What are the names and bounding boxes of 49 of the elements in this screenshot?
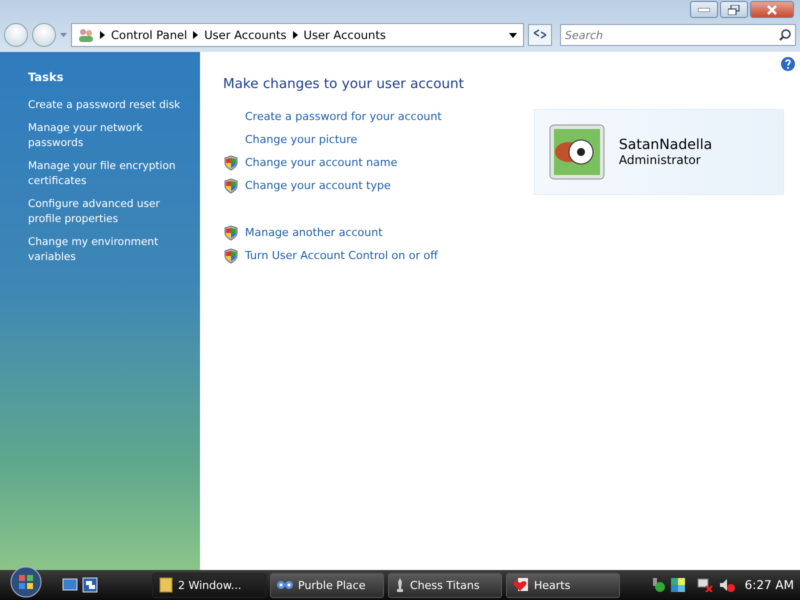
task-link[interactable]: Change my environment variables <box>28 235 196 265</box>
taskbar-button[interactable]: Purble Place <box>270 572 384 598</box>
minimize-icon <box>698 8 710 12</box>
close-button[interactable] <box>750 1 794 18</box>
chevron-icon <box>100 31 105 39</box>
eyes-icon <box>277 580 293 590</box>
task-link[interactable]: Change your picture <box>245 133 358 146</box>
heart-card-icon <box>513 577 529 593</box>
task-link[interactable]: Change your account name <box>245 156 398 169</box>
search-field[interactable]: Search <box>560 24 796 46</box>
address-bar[interactable]: Control Panel User Accounts User Accounts <box>71 23 524 47</box>
task-link[interactable]: Turn User Account Control on or off <box>245 249 438 262</box>
chess-piece-icon <box>395 577 405 593</box>
task-link[interactable]: Create a password reset disk <box>28 98 196 113</box>
page-heading: Make changes to your user account <box>223 76 464 92</box>
tasks-heading: Tasks <box>28 70 64 84</box>
minimize-button[interactable] <box>690 1 718 18</box>
account-type: Administrator <box>618 153 702 167</box>
volume-muted-icon[interactable] <box>718 578 735 592</box>
security-icon[interactable] <box>650 578 665 592</box>
chevron-icon <box>193 31 198 39</box>
windows-icon[interactable] <box>82 577 98 593</box>
breadcrumb-item[interactable]: User Accounts <box>304 28 386 42</box>
taskbar-button[interactable]: Chess Titans <box>388 572 502 598</box>
task-link[interactable]: Create a password for your account <box>245 110 442 123</box>
chevron-icon <box>292 31 298 39</box>
taskbar-button[interactable]: 2 Window... <box>152 572 266 598</box>
breadcrumb-item[interactable]: Control Panel <box>111 28 188 42</box>
close-icon <box>767 4 777 14</box>
folder-icon <box>159 577 173 593</box>
user-name: SatanNadella <box>618 137 712 153</box>
desktop-icon[interactable] <box>62 577 78 593</box>
help-icon[interactable] <box>780 56 796 72</box>
task-link[interactable]: Configure advanced user profile properties <box>28 197 196 227</box>
task-link[interactable]: Manage your file encryption certificates <box>28 159 196 189</box>
task-link[interactable]: Manage another account <box>245 226 383 239</box>
soccer-ball-picture <box>548 124 605 180</box>
caret-icon[interactable] <box>509 32 517 38</box>
breadcrumb-item[interactable]: User Accounts <box>204 28 287 42</box>
search-icon[interactable] <box>779 29 791 41</box>
task-link[interactable]: Change your account type <box>245 179 391 192</box>
taskbar-button[interactable]: Hearts <box>506 572 620 598</box>
users-icon <box>78 27 94 43</box>
task-link[interactable]: Manage your network passwords <box>28 121 196 151</box>
restore-button[interactable] <box>720 1 748 18</box>
network-disconnected-icon[interactable] <box>696 578 713 592</box>
clock[interactable]: 6:27 AM <box>744 578 794 592</box>
network-grid-icon[interactable] <box>670 578 685 592</box>
restore-icon <box>728 4 740 14</box>
